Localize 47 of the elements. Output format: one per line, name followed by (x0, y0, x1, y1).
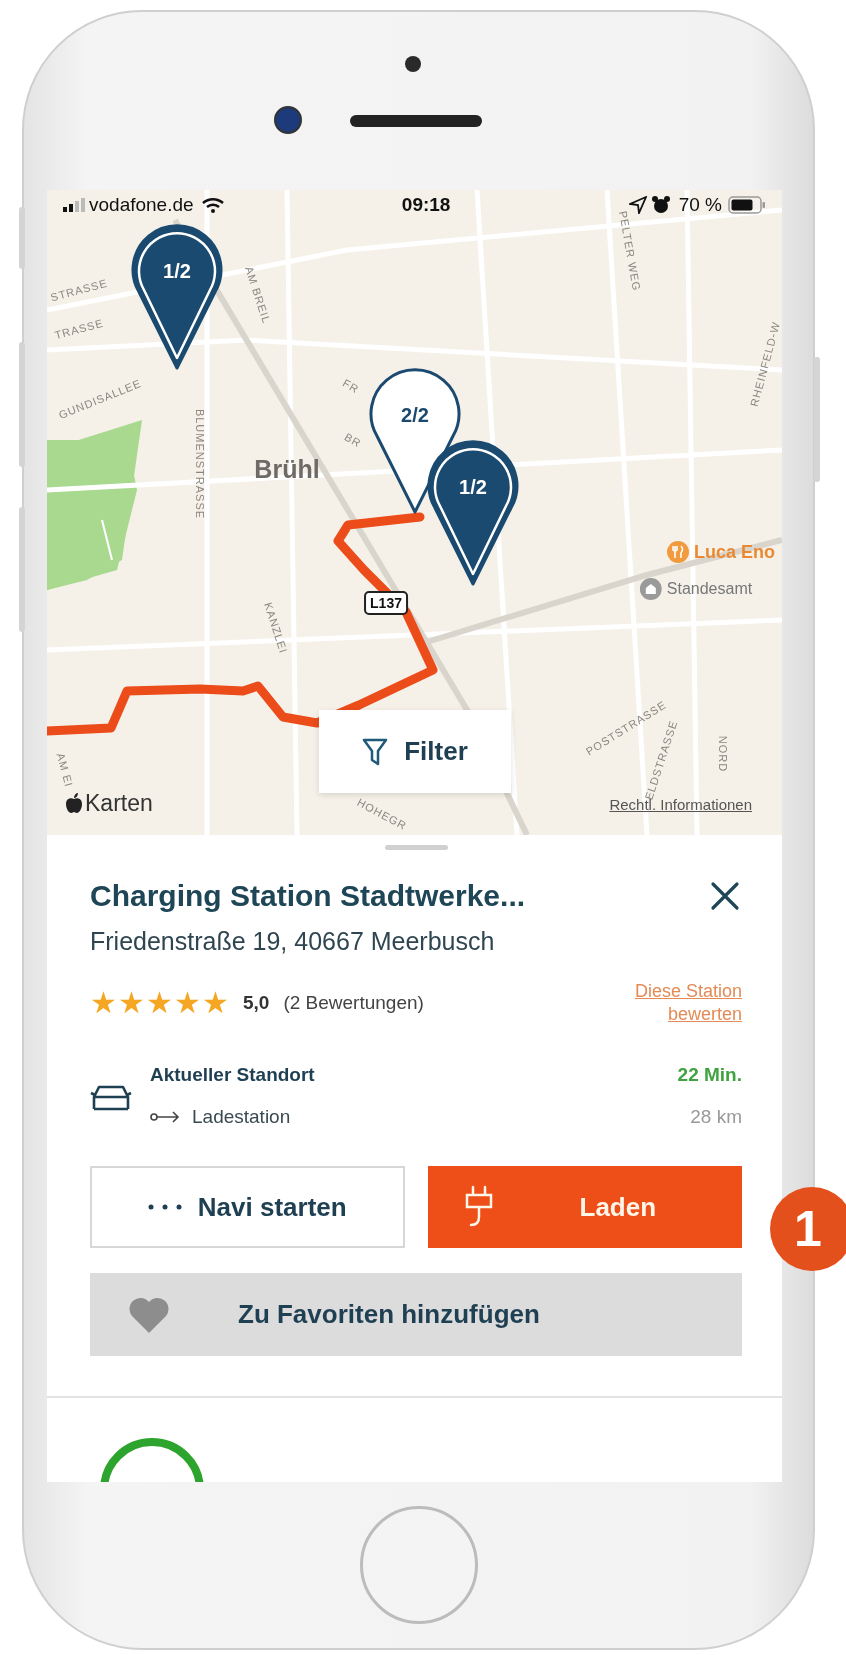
star-icon: ★ (202, 988, 229, 1018)
review-count: (2 Bewertungen) (283, 992, 424, 1014)
place-name: Luca Eno (694, 541, 775, 563)
street-label: AM BREIL (243, 264, 273, 326)
map-pin[interactable]: 1/2 (129, 222, 225, 372)
street-label: FR (340, 376, 362, 396)
route-distance: 28 km (689, 1106, 742, 1128)
front-camera (274, 106, 302, 134)
street-label: NORD (717, 735, 729, 773)
rating-value: 5,0 (243, 992, 270, 1014)
favorite-button[interactable]: Zu Favoriten hinzufügen (90, 1273, 742, 1356)
star-icon: ★ (146, 988, 173, 1018)
map-pin[interactable]: 1/2 (425, 438, 521, 588)
place-name: Standesamt (666, 580, 753, 598)
route-duration: 22 Min. (677, 1064, 742, 1086)
dots-icon (147, 1204, 182, 1210)
clock-time: 09:18 (401, 194, 451, 216)
alarm-clock-icon (650, 195, 671, 215)
street-label: PELTER WEG (617, 209, 643, 293)
filter-button[interactable]: Filter (319, 710, 511, 793)
route-origin: Aktueller Standort (150, 1064, 316, 1086)
maps-attribution: Karten (85, 790, 153, 817)
road-number: L137 (364, 591, 408, 615)
star-icon: ★ (90, 988, 117, 1018)
sheet-grabber[interactable] (384, 845, 448, 850)
street-label: BLUMENSTRASSE (194, 408, 206, 520)
wifi-icon (201, 197, 224, 213)
star-icon: ★ (174, 988, 201, 1018)
star-icon: ★ (118, 988, 145, 1018)
town-label: Brühl (254, 454, 320, 484)
heart-icon (128, 1295, 170, 1334)
signal-icon (63, 198, 85, 212)
navigation-button[interactable]: Navi starten (90, 1166, 405, 1248)
building-icon (639, 578, 662, 600)
street-label: AM EI (54, 751, 76, 789)
battery-icon (728, 196, 766, 214)
filter-icon (362, 737, 389, 766)
route-destination: Ladestation (192, 1106, 291, 1128)
arrow-right-icon (150, 1111, 180, 1123)
street-label: BR (342, 430, 364, 450)
battery-percent: 70 % (678, 194, 722, 216)
station-title: Charging Station Stadtwerke... (90, 878, 526, 914)
sensor-dot (405, 56, 421, 72)
carrier-name: vodafone.de (89, 194, 194, 216)
apple-logo-icon (65, 793, 83, 814)
station-address: Friedenstraße 19, 40667 Meerbusch (90, 926, 496, 956)
plug-icon (463, 1185, 494, 1229)
